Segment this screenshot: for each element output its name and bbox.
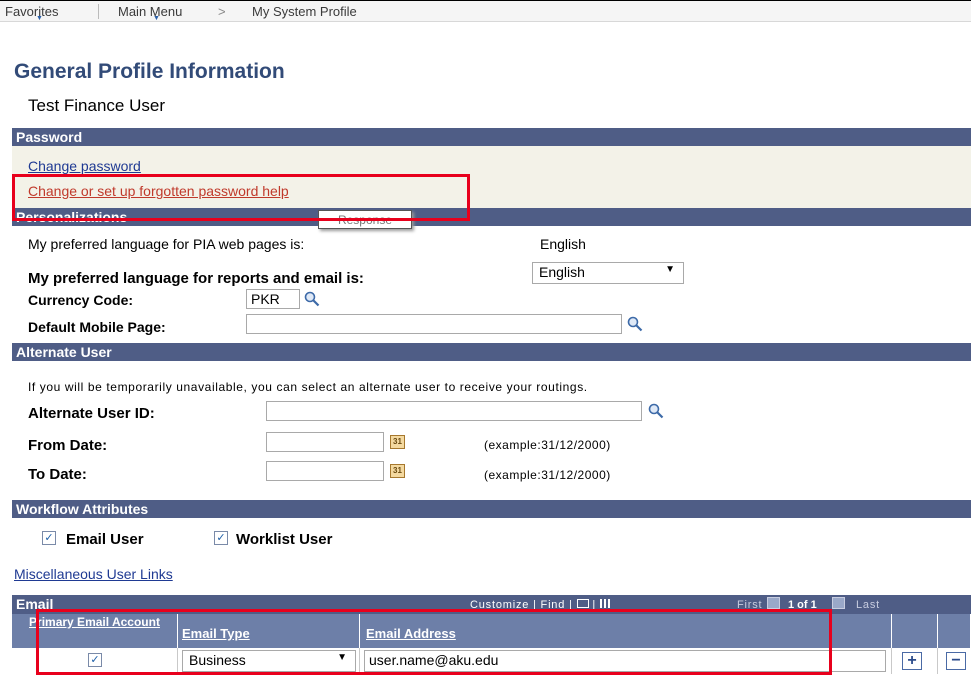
favorites-menu[interactable]: Favorites [5,4,58,19]
pia-language-value: English [540,236,586,252]
alternate-user-id-label: Alternate User ID: [28,405,155,422]
chevron-down-icon: ▼ [665,264,675,275]
breadcrumb-separator: > [218,4,226,19]
to-date-example: (example:31/12/2000) [484,468,611,482]
from-date-calendar-icon[interactable]: 31 [390,435,405,449]
alternate-user-id-input[interactable] [266,401,642,421]
top-nav-bar: Favorites ▼ Main Menu ▼ > My System Prof… [0,0,971,22]
add-row-button[interactable]: + [902,652,922,670]
main-menu-dropdown-icon: ▼ [153,15,160,22]
user-name: Test Finance User [28,96,165,115]
reports-language-select[interactable]: English ▼ [532,262,684,284]
page-title: General Profile Information [14,60,285,83]
favorites-dropdown-icon: ▼ [36,15,43,22]
password-section-header: Password [12,128,971,146]
worklist-user-label: Worklist User [236,531,333,548]
workflow-attributes-section-header: Workflow Attributes [12,500,971,518]
currency-code-label: Currency Code: [28,292,134,308]
worklist-user-checkbox[interactable]: ✓ [214,531,228,545]
default-mobile-page-label: Default Mobile Page: [28,319,166,335]
first-arrow-icon[interactable] [767,597,780,609]
highlight-box-password-help [12,174,470,221]
to-date-input[interactable] [266,461,384,481]
currency-code-input[interactable]: PKR [246,289,300,309]
main-menu[interactable]: Main Menu [118,4,182,19]
alternate-user-info: If you will be temporarily unavailable, … [28,380,588,394]
alternate-user-lookup-search-icon[interactable] [648,403,664,419]
last-arrow-icon[interactable] [832,597,845,609]
pager-last[interactable]: Last [856,599,880,611]
miscellaneous-user-links[interactable]: Miscellaneous User Links [14,566,173,582]
to-date-calendar-icon[interactable]: 31 [390,464,405,478]
spreadsheet-icon[interactable] [599,599,612,608]
reports-language-label: My preferred language for reports and em… [28,270,364,287]
nav-divider [98,4,99,19]
from-date-input[interactable] [266,432,384,452]
email-user-label: Email User [66,531,144,548]
default-mobile-page-input[interactable] [246,314,622,334]
delete-row-button[interactable]: − [946,652,966,670]
currency-lookup-search-icon[interactable] [304,291,320,307]
breadcrumb-current: My System Profile [252,4,357,19]
email-user-checkbox[interactable]: ✓ [42,531,56,545]
view-all-icon[interactable] [576,599,589,608]
column-header-add [892,614,938,648]
mobile-page-lookup-search-icon[interactable] [627,316,643,332]
to-date-label: To Date: [28,466,87,483]
pia-language-label: My preferred language for PIA web pages … [28,236,305,252]
highlight-box-email-row [36,609,832,675]
change-password-link[interactable]: Change password [28,158,141,174]
column-header-delete [938,614,971,648]
alternate-user-section-header: Alternate User [12,343,971,361]
reports-language-selected: English [539,264,585,280]
table-row-add-cell: + [892,648,938,674]
table-row-delete-cell: − [938,648,971,674]
from-date-label: From Date: [28,437,108,454]
from-date-example: (example:31/12/2000) [484,438,611,452]
